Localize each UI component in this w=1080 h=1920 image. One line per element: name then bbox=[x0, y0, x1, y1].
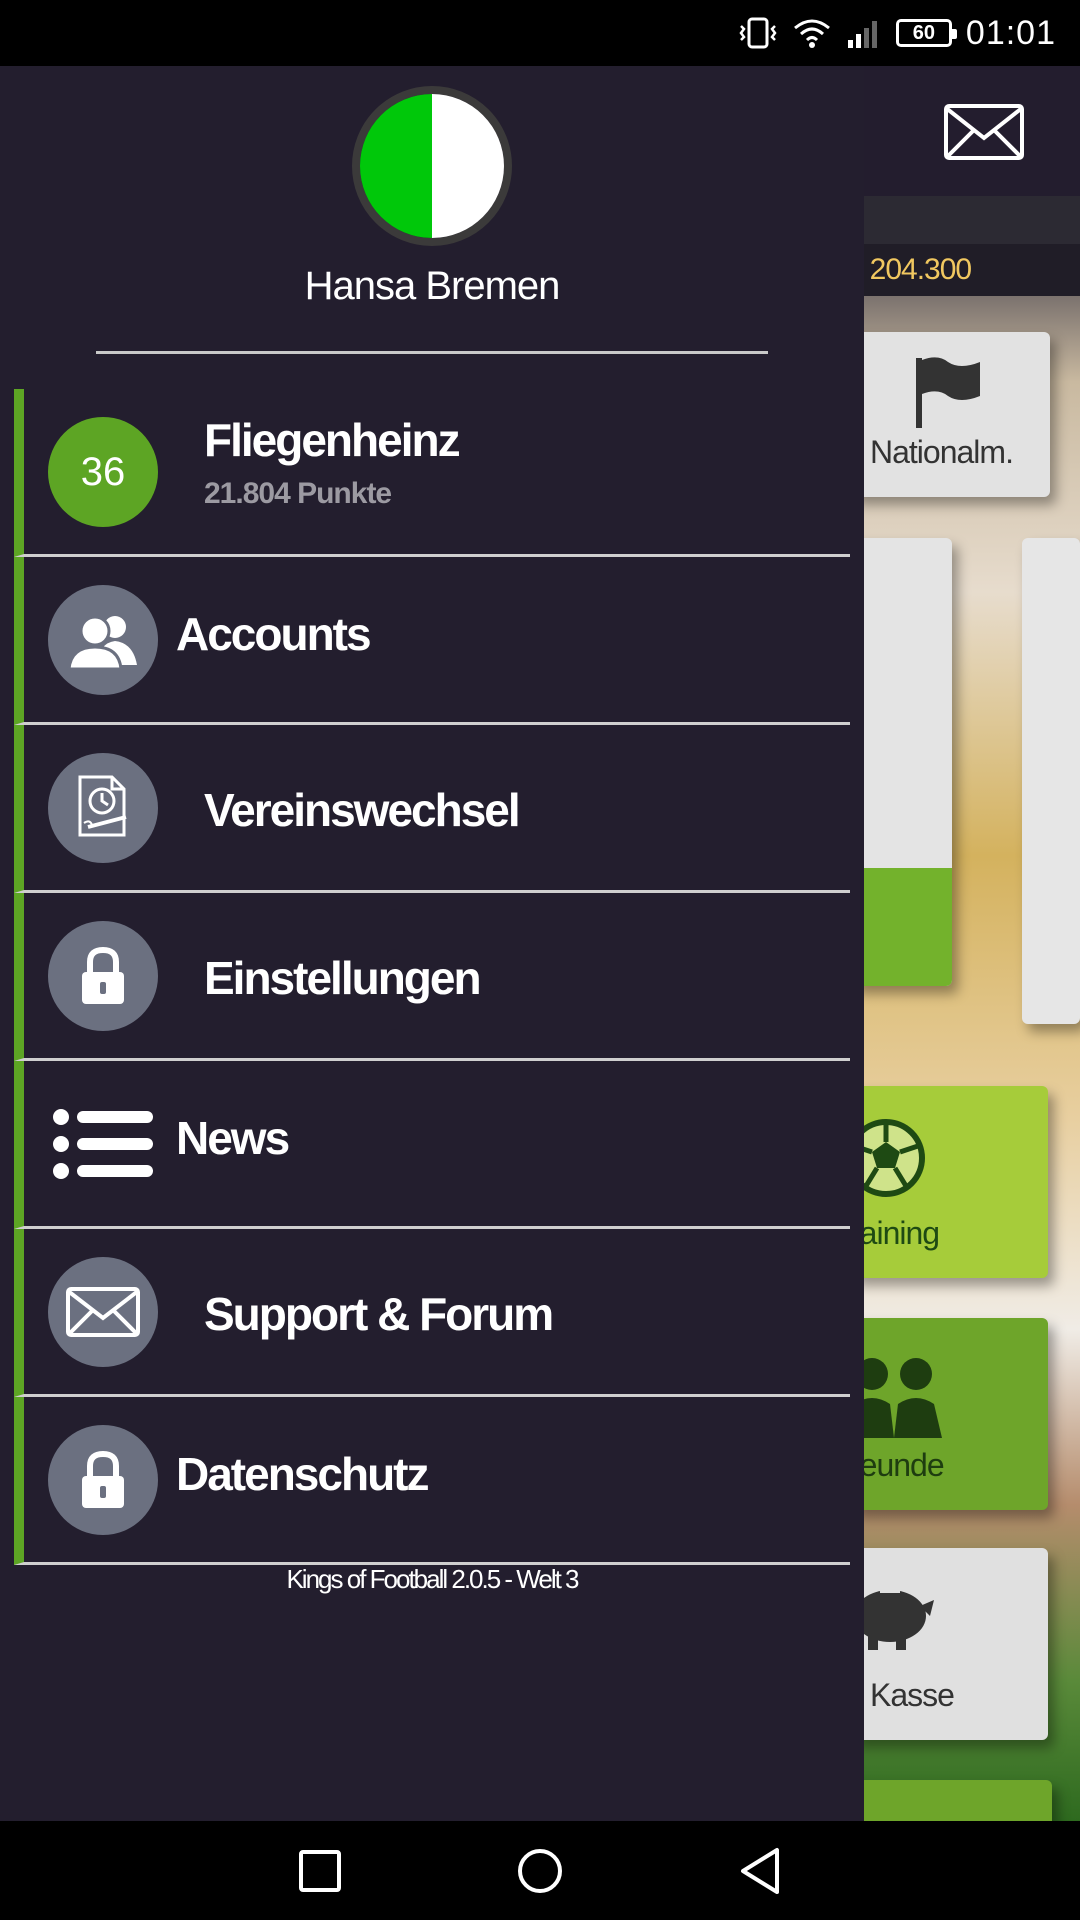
signal-icon bbox=[847, 21, 877, 48]
home-button[interactable] bbox=[490, 1821, 590, 1920]
level-badge: 36 bbox=[48, 417, 158, 527]
clock: 01:01 bbox=[965, 13, 1056, 52]
tile-label: raining bbox=[850, 1215, 940, 1251]
tile-side[interactable] bbox=[1022, 538, 1080, 1024]
tile-nationalmannschaft[interactable]: Nationalm. bbox=[850, 332, 1050, 497]
crest-left-half bbox=[360, 94, 432, 238]
list-icon bbox=[48, 1089, 158, 1199]
navigation-bar bbox=[0, 1821, 1080, 1920]
tile-label: Kasse bbox=[870, 1677, 955, 1713]
circle-icon bbox=[518, 1848, 562, 1893]
divider bbox=[96, 351, 768, 354]
envelope-icon bbox=[48, 1257, 158, 1367]
users-icon bbox=[48, 585, 158, 695]
menu-item-einstellungen[interactable]: Einstellungen bbox=[14, 893, 850, 1061]
menu-item-label: Vereinswechsel bbox=[204, 784, 521, 836]
battery-icon: 60 bbox=[895, 19, 957, 47]
money-value: : 204.300 bbox=[855, 253, 972, 286]
menu-item-label: News bbox=[176, 1112, 290, 1164]
flag-icon bbox=[916, 357, 980, 428]
wifi-icon bbox=[793, 19, 830, 48]
back-button[interactable] bbox=[710, 1821, 810, 1920]
club-crest[interactable] bbox=[352, 86, 512, 246]
menu-item-profile[interactable]: 36 Fliegenheinz 21.804 Punkte bbox=[14, 389, 850, 557]
lock-icon bbox=[48, 921, 158, 1031]
tile-label: reunde bbox=[850, 1447, 945, 1483]
square-icon bbox=[299, 1849, 341, 1892]
menu-item-support-forum[interactable]: Support & Forum bbox=[14, 1229, 850, 1397]
recent-apps-button[interactable] bbox=[270, 1821, 370, 1920]
status-bar: 60 01:01 bbox=[0, 0, 1080, 66]
crest-right-half bbox=[432, 94, 504, 238]
tile-training[interactable]: raining bbox=[850, 1086, 1048, 1278]
menu-item-label: Support & Forum bbox=[204, 1288, 554, 1340]
menu-item-datenschutz[interactable]: Datenschutz bbox=[14, 1397, 850, 1565]
menu-item-label: Accounts bbox=[176, 608, 372, 660]
tile-label: Nationalm. bbox=[870, 434, 1014, 470]
user-name: Fliegenheinz bbox=[204, 414, 461, 466]
tile-freunde[interactable]: reunde bbox=[850, 1318, 1048, 1510]
mail-icon[interactable] bbox=[944, 104, 1024, 160]
friends-icon bbox=[850, 1358, 942, 1438]
battery-level: 60 bbox=[912, 21, 936, 44]
vibrate-icon bbox=[739, 17, 777, 49]
contract-clock-icon bbox=[48, 753, 158, 863]
user-level: 36 bbox=[80, 449, 126, 494]
menu-item-news[interactable]: News bbox=[14, 1061, 850, 1229]
menu-item-vereinswechsel[interactable]: Vereinswechsel bbox=[14, 725, 850, 893]
tile-main[interactable] bbox=[850, 538, 952, 986]
menu-item-label: Datenschutz bbox=[176, 1448, 429, 1500]
user-points: 21.804 Punkte bbox=[204, 477, 392, 510]
lock-icon bbox=[48, 1425, 158, 1535]
app-version: Kings of Football 2.0.5 - Welt 3 bbox=[286, 1564, 579, 1594]
menu-item-label: Einstellungen bbox=[204, 952, 482, 1004]
triangle-back-icon bbox=[741, 1847, 779, 1894]
club-name: Hansa Bremen bbox=[304, 264, 561, 308]
menu-item-accounts[interactable]: Accounts bbox=[14, 557, 850, 725]
drawer-menu: 36 Fliegenheinz 21.804 Punkte Accounts V… bbox=[14, 389, 850, 1565]
navigation-drawer: Hansa Bremen 36 Fliegenheinz 21.804 Punk… bbox=[0, 66, 864, 1821]
tile-kasse[interactable]: Kasse bbox=[850, 1548, 1048, 1740]
app-info-strip bbox=[860, 196, 1080, 244]
